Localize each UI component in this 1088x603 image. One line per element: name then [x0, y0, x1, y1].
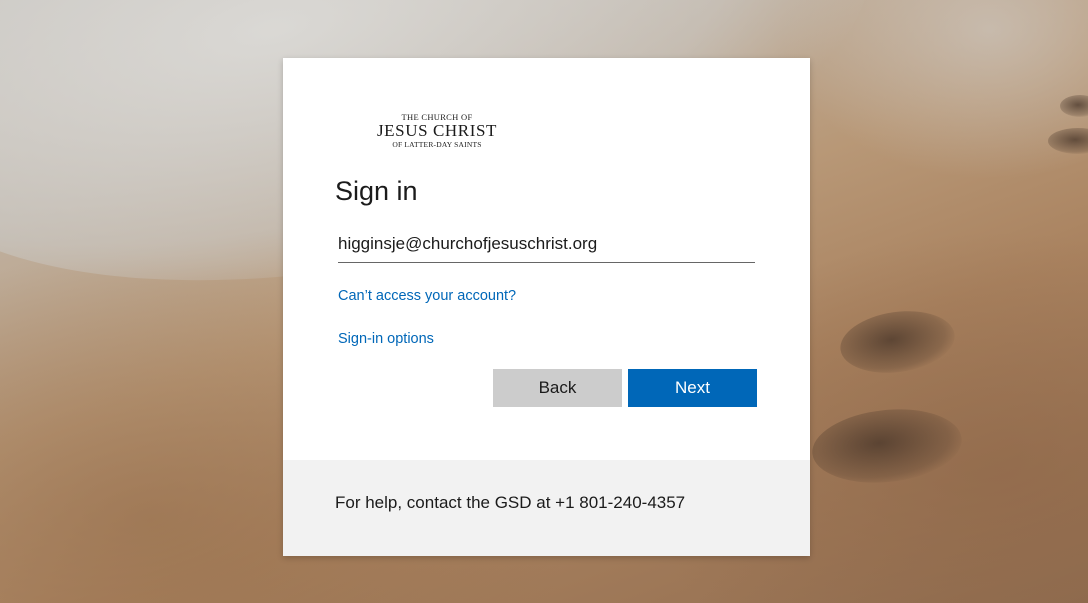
page-title: Sign in — [335, 176, 418, 206]
church-logo: THE CHURCH OF JESUS CHRIST OF LATTER-DAY… — [371, 112, 503, 149]
background-surf-right — [780, 0, 1088, 180]
email-field[interactable]: higginsje@churchofjesuschrist.org — [338, 228, 755, 263]
background-footprint — [836, 304, 959, 380]
cant-access-account-link[interactable]: Can’t access your account? — [338, 286, 516, 306]
background-footprint — [808, 402, 966, 490]
help-footer: For help, contact the GSD at +1 801-240-… — [283, 460, 810, 556]
logo-line-bottom: OF LATTER-DAY SAINTS — [392, 140, 482, 149]
back-button[interactable]: Back — [493, 369, 622, 407]
signin-options-link[interactable]: Sign-in options — [338, 329, 434, 349]
next-button[interactable]: Next — [628, 369, 757, 407]
logo-line-main: JESUS CHRIST — [376, 121, 498, 140]
signin-card: THE CHURCH OF JESUS CHRIST OF LATTER-DAY… — [283, 58, 810, 556]
help-text: For help, contact the GSD at +1 801-240-… — [335, 493, 686, 512]
